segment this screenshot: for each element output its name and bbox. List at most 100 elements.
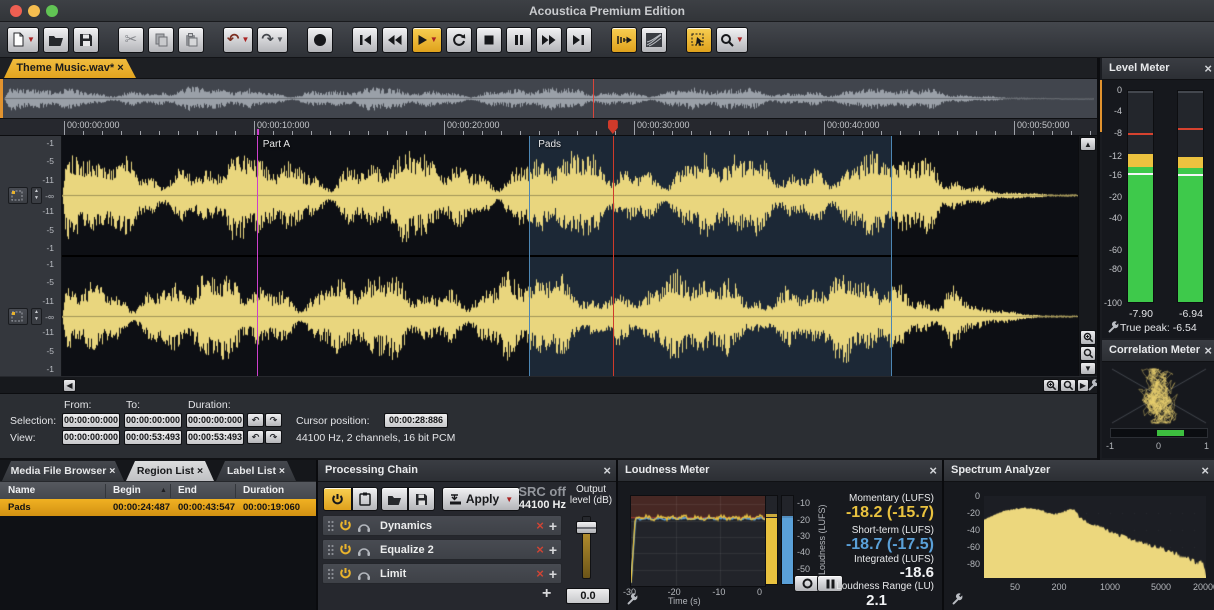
vertical-zoom-in-button[interactable] (1080, 330, 1096, 345)
channel-select-button[interactable] (8, 308, 28, 325)
level-meter-close-icon[interactable]: × (1204, 61, 1212, 76)
remove-plugin-icon[interactable]: × (536, 543, 544, 556)
solo-listen-headphones-icon[interactable] (357, 568, 371, 580)
view-redo-button[interactable]: ↷ (265, 430, 282, 444)
rewind-button[interactable] (382, 27, 408, 53)
selection-duration-field[interactable]: 00:00:00:000 (186, 413, 244, 428)
drag-handle-icon[interactable] (327, 544, 334, 556)
paste-button[interactable] (178, 27, 204, 53)
spectrum-analyzer-close-icon[interactable]: × (1201, 463, 1209, 478)
zoom-dropdown-arrow[interactable]: ▼ (736, 35, 744, 44)
chain-save-button[interactable] (408, 487, 435, 511)
chain-item-equalize-2[interactable]: Equalize 2×+ (322, 539, 562, 560)
plugin-power-icon[interactable] (339, 567, 352, 580)
column-begin[interactable]: Begin (113, 482, 141, 499)
go-to-start-button[interactable] (352, 27, 378, 53)
waveform-channel-1[interactable] (62, 136, 1078, 255)
waveform-channel-2[interactable] (62, 257, 1078, 376)
region-row-pads[interactable]: Pads 00:00:24:487 00:00:43:547 00:00:19:… (0, 499, 316, 516)
tab-media-file-browser[interactable]: Media File Browser × (2, 461, 124, 481)
ruler-cursor-flag[interactable] (608, 120, 618, 134)
horizontal-zoom-in-button[interactable] (1043, 379, 1059, 392)
copy-button[interactable] (148, 27, 174, 53)
save-button[interactable] (73, 27, 99, 53)
timeline-ruler[interactable]: 00:00:00:00000:00:10:00000:00:20:00000:0… (0, 119, 1097, 136)
horizontal-zoom-out-button[interactable] (1060, 379, 1076, 392)
overview-waveform-canvas[interactable] (4, 81, 1094, 116)
output-fader-handle[interactable] (576, 521, 597, 534)
insert-plugin-icon[interactable]: + (549, 567, 557, 581)
tab-close-icon[interactable]: × (279, 465, 285, 477)
redo-dropdown-arrow[interactable]: ▼ (276, 35, 284, 44)
loudness-meter-close-icon[interactable]: × (929, 463, 937, 478)
view-to-field[interactable]: 00:00:53:493 (124, 430, 182, 445)
undo-button[interactable]: ↶▼ (223, 27, 254, 53)
new-file-dropdown-arrow[interactable]: ▼ (27, 35, 35, 44)
play-dropdown-arrow[interactable]: ▼ (430, 35, 438, 44)
chain-clipboard-button[interactable] (352, 487, 378, 511)
redo-button[interactable]: ↷▼ (257, 27, 288, 53)
level-meter-settings-wrench-icon[interactable] (1107, 321, 1119, 333)
play-button[interactable]: ▼ (412, 27, 442, 53)
chain-open-button[interactable] (381, 487, 408, 511)
processing-chain-close-icon[interactable]: × (603, 463, 611, 478)
fast-forward-button[interactable] (536, 27, 562, 53)
selection-undo-button[interactable]: ↶ (247, 413, 264, 427)
go-to-end-button[interactable] (566, 27, 592, 53)
vertical-zoom-out-button[interactable] (1080, 346, 1096, 361)
view-undo-button[interactable]: ↶ (247, 430, 264, 444)
stop-button[interactable] (476, 27, 502, 53)
tab-label-list[interactable]: Label List × (216, 461, 296, 481)
tab-region-list[interactable]: Region List × (126, 461, 214, 481)
chain-enable-button[interactable] (323, 487, 352, 511)
remove-plugin-icon[interactable]: × (536, 567, 544, 580)
overview-waveform-strip[interactable] (0, 78, 1097, 119)
vertical-scrollbar[interactable]: ▲ ▼ (1078, 136, 1097, 376)
channel-select-button[interactable] (8, 187, 28, 204)
channel-zoom-spinner[interactable]: ▲▼ (31, 187, 42, 204)
region-edge-left[interactable] (529, 136, 530, 376)
column-end[interactable]: End (178, 482, 197, 499)
correlation-meter-close-icon[interactable]: × (1204, 343, 1212, 358)
selection-from-field[interactable]: 00:00:00:000 (62, 413, 120, 428)
output-level-value[interactable]: 0.0 (566, 588, 610, 604)
solo-listen-headphones-icon[interactable] (357, 544, 371, 556)
region-edge-right[interactable] (891, 136, 892, 376)
selection-redo-button[interactable]: ↷ (265, 413, 282, 427)
tab-theme-music[interactable]: Theme Music.wav* × (4, 59, 136, 78)
remove-plugin-icon[interactable]: × (536, 519, 544, 532)
drag-handle-icon[interactable] (327, 568, 334, 580)
view-duration-field[interactable]: 00:00:53:493 (186, 430, 244, 445)
zoom-tool-button[interactable]: ▼ (716, 27, 748, 53)
channel-zoom-spinner[interactable]: ▲▼ (31, 308, 42, 325)
plugin-power-icon[interactable] (339, 519, 352, 532)
spectrum-settings-wrench-icon[interactable] (951, 593, 963, 605)
selection-tool-button[interactable] (686, 27, 712, 53)
add-plugin-button[interactable]: + (542, 586, 551, 602)
insert-plugin-icon[interactable]: + (549, 519, 557, 533)
scroll-up-button[interactable]: ▲ (1080, 137, 1096, 151)
tab-close-icon[interactable]: × (109, 465, 115, 477)
open-button[interactable] (43, 27, 69, 53)
scroll-down-button[interactable]: ▼ (1080, 362, 1096, 375)
pause-button[interactable] (506, 27, 532, 53)
solo-listen-headphones-icon[interactable] (357, 520, 371, 532)
waveform-editor[interactable]: Part APads (62, 136, 1078, 376)
column-name[interactable]: Name (8, 482, 35, 499)
chain-item-limit[interactable]: Limit×+ (322, 563, 562, 584)
loudness-settings-wrench-icon[interactable] (626, 593, 638, 605)
insert-plugin-icon[interactable]: + (549, 543, 557, 557)
view-from-field[interactable]: 00:00:00:000 (62, 430, 120, 445)
plugin-power-icon[interactable] (339, 543, 352, 556)
cut-button[interactable]: ✂ (118, 27, 144, 53)
column-duration[interactable]: Duration (243, 482, 284, 499)
tab-close-icon[interactable]: × (117, 62, 123, 74)
new-file-button[interactable]: ▼ (7, 27, 39, 53)
undo-dropdown-arrow[interactable]: ▼ (242, 35, 250, 44)
loop-playback-button[interactable] (446, 27, 472, 53)
scrub-tool-button[interactable] (611, 27, 637, 53)
spectral-view-button[interactable] (641, 27, 667, 53)
selection-to-field[interactable]: 00:00:00:000 (124, 413, 182, 428)
tab-close-icon[interactable]: × (197, 465, 203, 477)
scroll-left-button[interactable]: ◀ (63, 379, 76, 392)
